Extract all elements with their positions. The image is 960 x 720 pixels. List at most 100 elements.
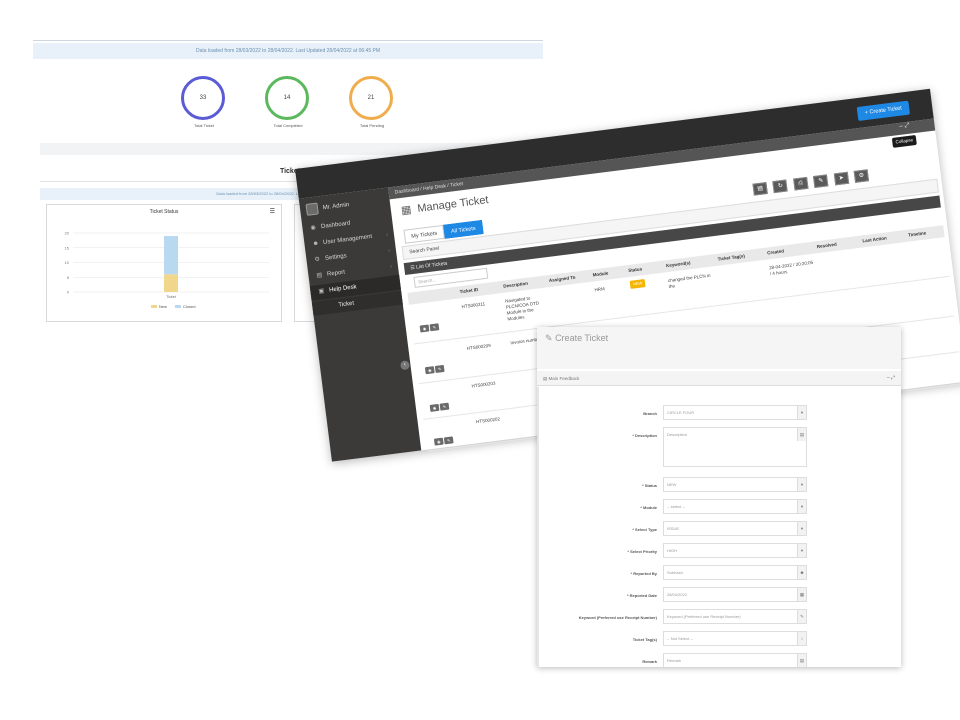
report-icon: ▤ <box>316 272 323 280</box>
view-icon[interactable]: ◉ <box>424 366 435 375</box>
chevron-down-icon: ▾ <box>797 522 806 535</box>
ticket-tags-select[interactable]: -- Not Select -- ↕ <box>663 631 807 646</box>
field-placeholder: Keyword (Preferred use Receipt Number) <box>667 614 741 619</box>
chevron-icon: ‹ <box>389 263 393 270</box>
sidebar-collapse-icon[interactable]: ‹ <box>399 360 410 371</box>
ticket-id: HTS000209 <box>466 342 491 351</box>
collapse-tooltip: Collapse <box>891 134 917 148</box>
chevron-icon: ‹ <box>385 231 389 239</box>
expand-icon[interactable]: ⤢ <box>891 375 895 381</box>
sidebar-item-label: User Management <box>322 233 373 247</box>
field-value: NEW <box>667 482 677 487</box>
sidebar-item-label: Report <box>326 269 346 278</box>
export-icon[interactable]: ✎ <box>813 174 829 188</box>
ticket-id: HTS000211 <box>461 301 486 310</box>
field-placeholder: Remark <box>667 658 682 663</box>
dashboard-icon: ◉ <box>310 224 317 232</box>
refresh-icon[interactable]: ↻ <box>772 179 789 194</box>
kpi-value: 21 <box>367 95 375 101</box>
y-tick-label: 15 <box>65 245 70 250</box>
field-value: -- Not Select -- <box>667 636 694 641</box>
page-title: ✎ Create Ticket <box>545 333 608 344</box>
helpdesk-icon: ▣ <box>318 288 325 295</box>
kpi-label: Total Ticket <box>193 123 214 128</box>
page-title-text: Create Ticket <box>555 333 609 343</box>
ticket-module: HRM <box>594 286 605 293</box>
edit-icon[interactable]: ✎ <box>434 364 445 373</box>
print-icon[interactable]: ⎙ <box>793 176 809 191</box>
ticket-tabs: My TicketsAll Tickets <box>403 216 484 244</box>
column-header[interactable]: Status <box>628 263 643 277</box>
column-header[interactable]: Ticket ID <box>459 284 479 298</box>
pencil-icon: ✎ <box>797 610 806 623</box>
kpi-total-completed[interactable]: 14 Total Completed <box>265 76 311 128</box>
field-value: 28/04/2022 <box>667 592 688 597</box>
table-icon: ▦ <box>400 203 413 217</box>
priority-select[interactable]: HIGH ▾ <box>663 543 807 558</box>
field-label: * Module <box>640 505 657 510</box>
field-label: * Description <box>632 433 657 438</box>
field-label: Remark <box>642 659 657 664</box>
create-ticket-window: ✎ Create Ticket ▤ Main Feedback – ⤢ Bran… <box>537 327 901 667</box>
collapse-icon[interactable]: – <box>887 375 890 381</box>
collapse-icon[interactable]: – <box>899 124 903 130</box>
description-textarea[interactable]: Description ▤ <box>663 427 807 467</box>
module-select[interactable]: -- select -- ▾ <box>663 499 807 514</box>
column-header[interactable]: Resolved <box>816 239 837 253</box>
column-header[interactable]: Timeline <box>907 227 927 241</box>
column-header[interactable]: Description <box>503 278 529 293</box>
type-select[interactable]: ISSUE ▾ <box>663 521 807 536</box>
status-select[interactable]: NEW ▾ <box>663 477 807 492</box>
kpi-total-ticket[interactable]: 33 Total Ticket <box>181 76 227 128</box>
list-header-label: List Of Tickets <box>415 260 448 271</box>
field-placeholder: Description <box>667 432 688 437</box>
legend-swatch <box>151 305 157 308</box>
view-icon[interactable]: ◉ <box>419 324 430 333</box>
column-header[interactable]: Created <box>767 245 785 259</box>
view-icon[interactable]: ◉ <box>433 437 444 446</box>
row-actions: ◉ ✎ <box>433 428 455 448</box>
edit-icon[interactable]: ✎ <box>429 323 440 332</box>
share-icon[interactable]: ➤ <box>833 171 850 186</box>
sidebar-item-label: Help Desk <box>328 284 358 294</box>
remark-input[interactable]: Remark ▤ <box>663 653 807 667</box>
users-icon: ☻ <box>312 240 320 248</box>
field-value: CIRCLE FOUR <box>667 410 695 415</box>
status-badge: NEW <box>629 279 646 289</box>
y-tick-label: 5 <box>67 275 70 280</box>
expand-icon[interactable]: ⤢ <box>904 123 910 130</box>
view-icon[interactable]: ◉ <box>429 403 440 412</box>
edit-icon[interactable]: ✎ <box>443 436 454 445</box>
data-loaded-info: Data loaded from 28/03/2022 to 28/04/202… <box>33 43 543 59</box>
kpi-label: Total Pending <box>359 123 385 128</box>
keyword-input[interactable]: Keyword (Preferred use Receipt Number) ✎ <box>663 609 807 624</box>
edit-icon[interactable]: ✎ <box>439 402 450 411</box>
form-icon: ▤ <box>543 376 548 381</box>
field-label: * Select Priority <box>627 549 657 554</box>
reported-date-input[interactable]: 28/04/2022 ▦ <box>663 587 807 602</box>
column-header[interactable]: Module <box>592 268 609 282</box>
window-tools: – ⤢ <box>899 123 910 131</box>
column-header[interactable]: Ticket Tag(s) <box>717 250 746 265</box>
branch-select[interactable]: CIRCLE FOUR ▾ <box>663 405 807 420</box>
bar-new <box>164 274 178 292</box>
ticket-id: HTS000203 <box>471 380 496 389</box>
form-tools: – ⤢ <box>887 371 895 386</box>
chevron-updown-icon: ↕ <box>797 632 806 645</box>
column-header[interactable]: Assigned To <box>548 272 576 287</box>
column-header[interactable]: Keyword(s) <box>665 257 691 272</box>
gear-icon: ⚙ <box>314 256 321 264</box>
page-title: ▦ Manage Ticket <box>400 193 489 217</box>
form-header-label: Main Feedback <box>548 376 580 381</box>
user-name: Mr. Admin <box>322 202 350 212</box>
kpi-label: Total Completed <box>273 123 303 128</box>
column-header[interactable]: Last Action <box>862 232 888 247</box>
columns-icon[interactable]: ▤ <box>752 182 768 196</box>
y-tick-label: 10 <box>65 260 70 265</box>
ticket-keyword: changed the PLCN in the <box>667 272 711 290</box>
kpi-total-pending[interactable]: 21 Total Pending <box>349 76 395 128</box>
settings-icon[interactable]: ⚙ <box>853 169 870 183</box>
text-icon: ▤ <box>797 428 806 441</box>
field-label: * Reported Date <box>626 593 657 598</box>
reported-by-input[interactable]: Subhash ☻ <box>663 565 807 580</box>
